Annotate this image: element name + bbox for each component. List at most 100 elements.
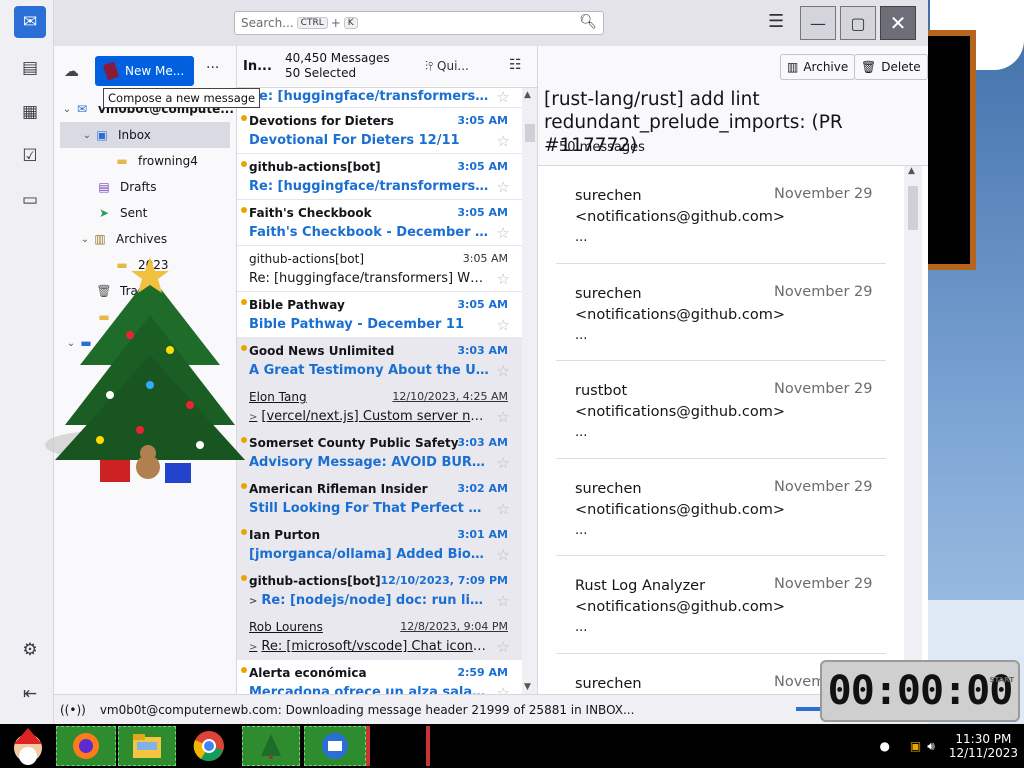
card-sender-email: <notifications@github.com> xyxy=(575,501,785,518)
message-subject: [jmorganca/ollama] Added Bionic G... xyxy=(249,547,489,562)
message-row[interactable]: Bible Pathway 3:05 AM Bible Pathway - Dece… xyxy=(237,292,522,338)
message-list-scrollbar[interactable]: ▲ ▼ xyxy=(522,88,537,694)
message-sender: American Rifleman Insider xyxy=(249,482,428,496)
minimize-button[interactable]: — xyxy=(800,6,836,40)
file-explorer-taskbar-icon[interactable] xyxy=(118,726,176,766)
firefox-taskbar-icon[interactable] xyxy=(56,726,116,766)
message-subject: A Great Testimony About the Unlimi... xyxy=(249,363,489,378)
scroll-up-icon[interactable]: ▲ xyxy=(524,90,531,100)
thread-message-card[interactable]: surechen <notifications@github.com> Novemb… xyxy=(556,264,886,361)
selected-count: 50 Selected xyxy=(285,66,357,80)
message-row[interactable]: github-actions[bot] 3:05 AM Re: [huggingfa… xyxy=(237,246,522,292)
thread-chevron-icon[interactable]: > xyxy=(249,596,257,607)
scroll-thumb[interactable] xyxy=(525,124,535,142)
timer-widget[interactable]: 00:00:00 START xyxy=(820,660,1020,722)
maximize-button[interactable]: ▢ xyxy=(840,6,876,40)
app-menu-icon[interactable]: ☰ xyxy=(768,11,784,32)
search-icon[interactable]: 🔍︎ xyxy=(579,14,597,30)
volume-icon[interactable]: 🔊︎ xyxy=(927,739,935,754)
message-list-pane: In... 40,450 Messages 50 Selected ⫶⫯ Qui… xyxy=(237,46,538,694)
message-row[interactable]: Elon Tang 12/10/2023, 4:25 AM > [vercel/nex… xyxy=(237,384,522,430)
folder-sent[interactable]: ➤ Sent xyxy=(54,200,237,226)
chat-icon[interactable]: ▭ xyxy=(14,184,46,216)
message-row[interactable]: Alerta económica 2:59 AM Mercadona ofrece … xyxy=(237,660,522,694)
thread-message-card[interactable]: rustbot <notifications@github.com> Novembe… xyxy=(556,361,886,459)
message-subject: Mercadona ofrece un alza salarial de... xyxy=(249,685,489,694)
message-row[interactable]: Devotions for Dieters 3:05 AM Devotional F… xyxy=(237,108,522,154)
star-icon[interactable]: ☆ xyxy=(497,270,510,288)
more-options-icon[interactable]: ··· xyxy=(206,60,219,76)
chrome-taskbar-icon[interactable] xyxy=(180,726,238,766)
star-icon[interactable]: ☆ xyxy=(497,408,510,426)
christmas-tree-taskbar-icon[interactable] xyxy=(242,726,300,766)
message-row[interactable]: github-actions[bot] 12/10/2023, 7:09 PM > R… xyxy=(237,568,522,614)
chevron-down-icon: ⌄ xyxy=(80,233,90,245)
chevron-down-icon: ⌄ xyxy=(82,129,92,141)
thread-chevron-icon[interactable]: > xyxy=(249,642,257,653)
message-row[interactable]: Somerset County Public Safety 3:03 AM Advi… xyxy=(237,430,522,476)
get-messages-icon[interactable]: ☁ xyxy=(64,62,79,80)
network-icon[interactable]: ▣ xyxy=(910,739,921,753)
online-status-icon[interactable]: ((•)) xyxy=(60,703,86,717)
message-row[interactable]: Faith's Checkbook 3:05 AM Faith's Checkboo… xyxy=(237,200,522,246)
folder-inbox[interactable]: ⌄ ▣ Inbox xyxy=(60,122,230,148)
message-rows: Re: [huggingface/transformers] Aut...☆De… xyxy=(237,88,522,694)
message-row[interactable]: Good News Unlimited 3:03 AM A Great Testim… xyxy=(237,338,522,384)
thunderbird-taskbar-icon[interactable] xyxy=(304,726,366,766)
new-message-button[interactable]: New Me... xyxy=(95,56,194,86)
card-sender: surechen <notifications@github.com> xyxy=(575,186,785,228)
new-message-label: New Me... xyxy=(125,64,185,78)
inbox-icon: ▣ xyxy=(96,128,108,142)
mail-space-icon[interactable]: ✉ xyxy=(14,6,46,38)
star-icon[interactable]: ☆ xyxy=(497,132,510,150)
message-sender: Somerset County Public Safety xyxy=(249,436,459,450)
archive-button[interactable]: ▥ Archive xyxy=(780,54,856,80)
quick-filter-button[interactable]: ⫶⫯ Qui... xyxy=(425,59,469,74)
star-icon[interactable]: ☆ xyxy=(497,316,510,334)
star-icon[interactable]: ☆ xyxy=(497,638,510,656)
clock[interactable]: 11:30 PM 12/11/2023 xyxy=(949,732,1018,760)
folder-drafts[interactable]: ▤ Drafts xyxy=(54,174,237,200)
search-input[interactable]: Search... CTRL + K 🔍︎ xyxy=(234,11,604,35)
folder-frowning4[interactable]: ▬ frowning4 xyxy=(54,148,237,174)
start-button-santa-icon[interactable] xyxy=(4,726,52,766)
thread-scrollbar[interactable]: ▲ xyxy=(904,166,922,694)
star-icon[interactable]: ☆ xyxy=(497,362,510,380)
message-row[interactable]: Re: [huggingface/transformers] Aut... ☆ xyxy=(237,88,522,108)
star-icon[interactable]: ☆ xyxy=(497,178,510,196)
star-icon[interactable]: ☆ xyxy=(497,224,510,242)
archive-label: Archive xyxy=(803,60,849,74)
clock-time: 11:30 PM xyxy=(955,732,1012,746)
star-icon[interactable]: ☆ xyxy=(497,500,510,518)
tasks-icon[interactable]: ☑ xyxy=(14,140,46,172)
list-options-icon[interactable]: ☷ xyxy=(509,57,522,73)
message-row[interactable]: Ian Purton 3:01 AM [jmorganca/ollama] Adde… xyxy=(237,522,522,568)
star-icon[interactable]: ☆ xyxy=(497,684,510,694)
delete-button[interactable]: 🗑︎ Delete xyxy=(854,54,928,80)
thread-chevron-icon[interactable]: > xyxy=(249,412,257,423)
folder-archives[interactable]: ⌄ ▥ Archives xyxy=(54,226,237,252)
scroll-up-icon[interactable]: ▲ xyxy=(908,166,915,176)
thread-message-card[interactable]: surechen <notifications@github.com> Novemb… xyxy=(556,459,886,556)
star-icon[interactable]: ☆ xyxy=(497,546,510,564)
thread-message-card[interactable]: surechen <notifications@github.com> Novemb… xyxy=(556,166,886,264)
scroll-thumb[interactable] xyxy=(908,186,918,230)
star-icon[interactable]: ☆ xyxy=(497,454,510,472)
star-icon[interactable]: ☆ xyxy=(497,88,510,106)
collapse-spaces-icon[interactable]: ⇤ xyxy=(14,678,46,710)
star-icon[interactable]: ☆ xyxy=(497,592,510,610)
archive-icon: ▥ xyxy=(787,60,799,74)
message-row[interactable]: Rob Lourens 12/8/2023, 9:04 PM > Re: [micro… xyxy=(237,614,522,660)
thread-message-card[interactable]: Rust Log Analyzer <notifications@github.c… xyxy=(556,556,886,654)
message-row[interactable]: github-actions[bot] 3:05 AM Re: [huggingfa… xyxy=(237,154,522,200)
message-counts: 40,450 Messages 50 Selected xyxy=(285,51,390,81)
timer-start-label[interactable]: START xyxy=(989,676,1014,684)
settings-gear-icon[interactable]: ⚙ xyxy=(14,634,46,666)
calendar-icon[interactable]: ▦ xyxy=(14,96,46,128)
address-book-icon[interactable]: ▤ xyxy=(14,52,46,84)
message-row[interactable]: American Rifleman Insider 3:02 AM Still Lo… xyxy=(237,476,522,522)
pencil-icon xyxy=(102,61,120,81)
message-subject: Faith's Checkbook - December 11 xyxy=(249,225,489,240)
scroll-down-icon[interactable]: ▼ xyxy=(524,682,531,692)
close-button[interactable]: ✕ xyxy=(880,6,916,40)
